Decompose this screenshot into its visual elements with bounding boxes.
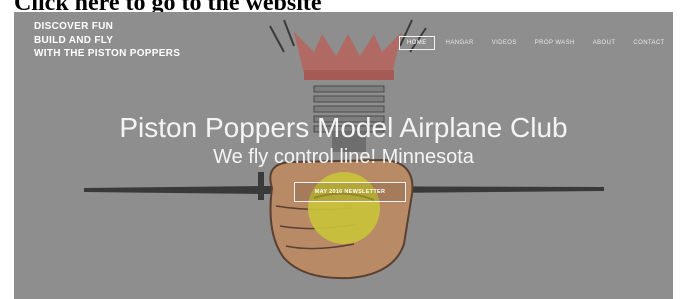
- nav-item-home[interactable]: HOME: [399, 36, 435, 50]
- nav-item-contact[interactable]: CONTACT: [626, 37, 671, 49]
- hero-subtitle: We fly control line! Minnesota: [213, 146, 474, 168]
- tagline-line: WITH THE PISTON POPPERS: [34, 48, 181, 59]
- nav-item-about[interactable]: ABOUT: [586, 37, 623, 49]
- site-tagline: DISCOVER FUN BUILD AND FLY WITH THE PIST…: [34, 20, 180, 61]
- tagline-line: BUILD AND FLY: [34, 34, 114, 46]
- hero-section: DISCOVER FUN BUILD AND FLY WITH THE PIST…: [14, 12, 673, 299]
- tagline-line: DISCOVER FUN: [34, 21, 114, 32]
- nav-item-videos[interactable]: VIDEOS: [485, 37, 524, 49]
- main-nav: HOME HANGAR VIDEOS PROP WASH ABOUT CONTA…: [399, 36, 673, 50]
- hero-title: Piston Poppers Model Airplane Club: [119, 112, 568, 143]
- newsletter-button[interactable]: MAY 2016 NEWSLETTER: [294, 182, 406, 202]
- nav-item-prop-wash[interactable]: PROP WASH: [528, 37, 582, 49]
- nav-item-hangar[interactable]: HANGAR: [439, 37, 481, 49]
